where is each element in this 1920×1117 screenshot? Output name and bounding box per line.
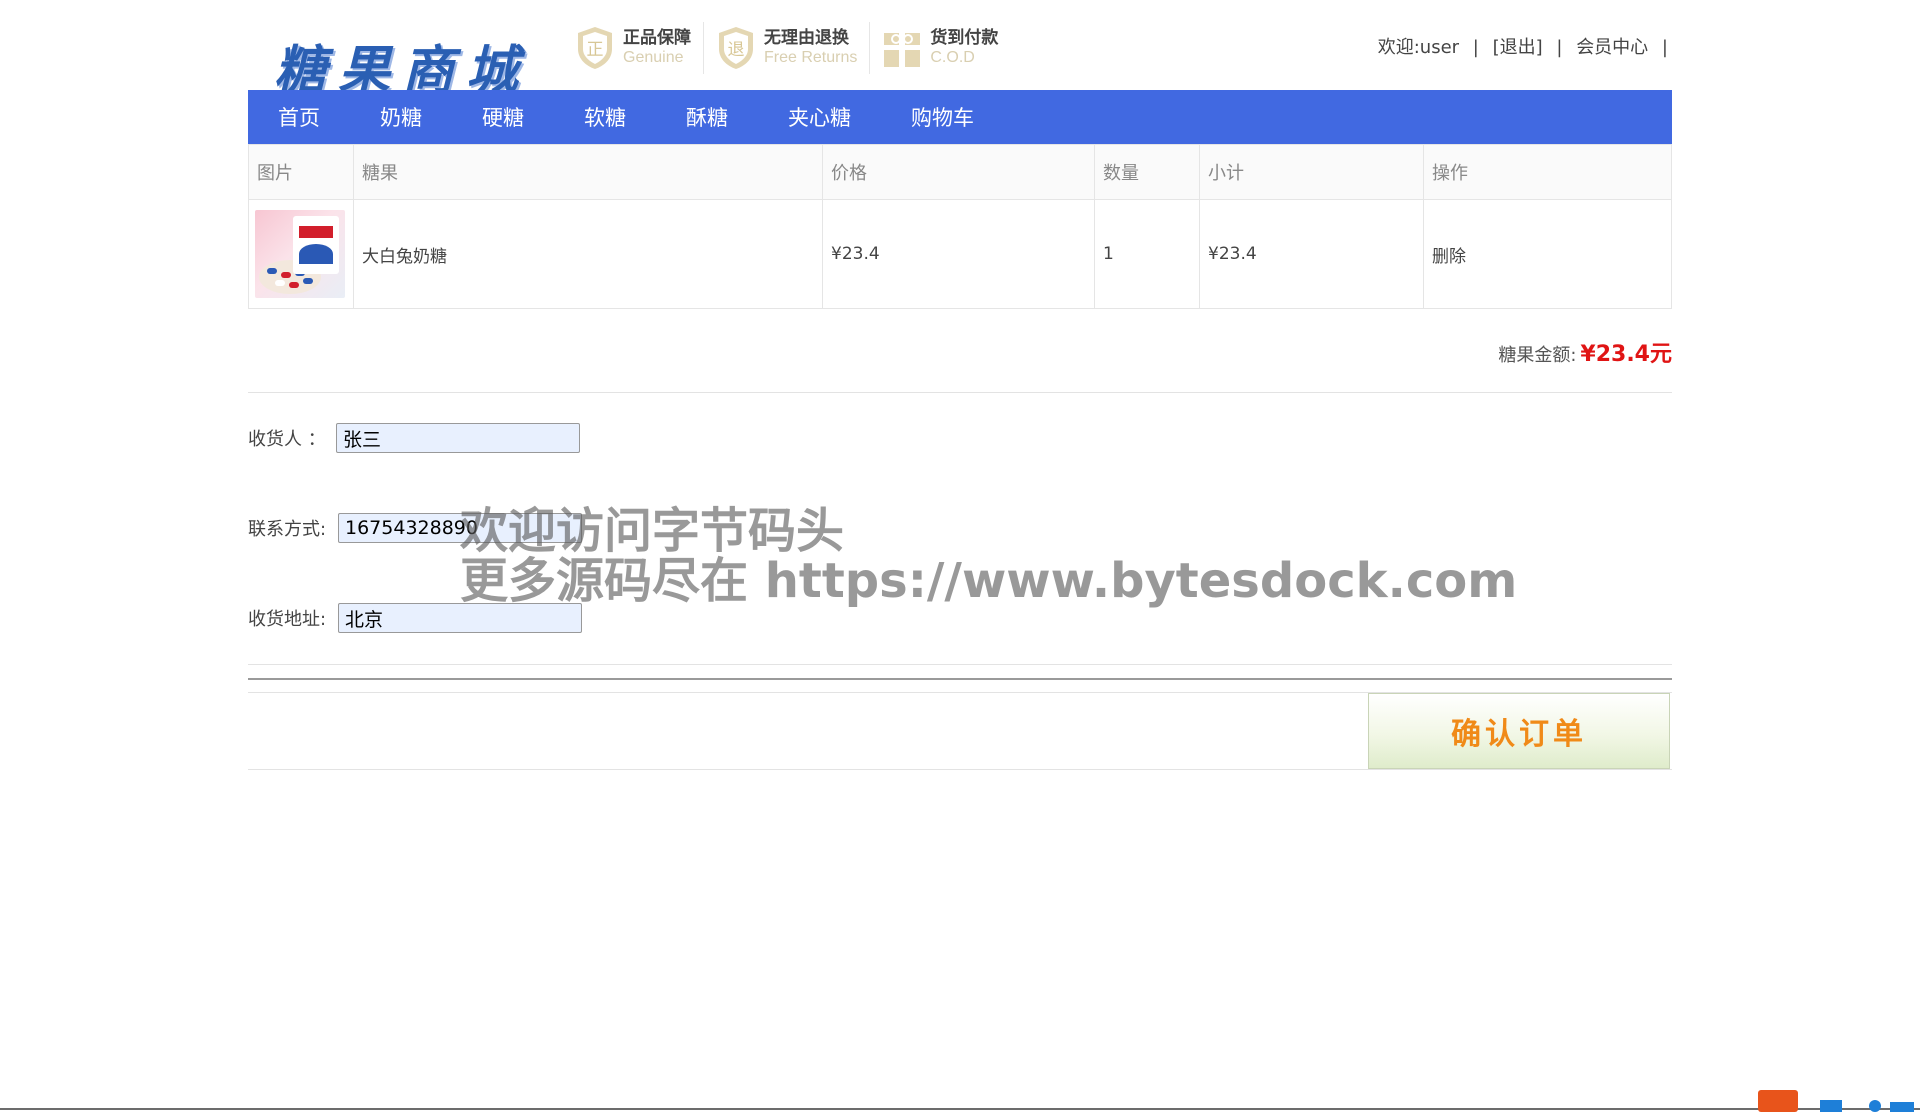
welcome-user-link[interactable]: 欢迎:user: [1378, 37, 1459, 58]
watermark-line: 欢迎访问字节码头: [460, 503, 845, 559]
receiver-row: 收货人 ：: [248, 423, 580, 453]
window-bottom-border: [0, 1108, 1920, 1110]
main-nav: 首页 奶糖 硬糖 软糖 酥糖 夹心糖 购物车: [248, 90, 1672, 144]
column-header: 糖果: [353, 144, 823, 200]
column-header: 价格: [822, 144, 1095, 200]
order-total: 糖果金额: ¥23.4元: [1498, 336, 1672, 368]
nav-item-hard-candy[interactable]: 硬糖: [482, 102, 524, 132]
badge-free-returns: 退 无理由退换 Free Returns: [704, 22, 871, 74]
divider: [248, 664, 1672, 665]
delete-link[interactable]: 删除: [1423, 199, 1672, 309]
badge-title: 货到付款: [930, 28, 999, 48]
address-label: 收货地址:: [248, 609, 327, 630]
badge-title: 正品保障: [623, 28, 691, 48]
separator: |: [1472, 37, 1479, 58]
phone-label: 联系方式:: [248, 519, 327, 540]
column-header: 数量: [1094, 144, 1200, 200]
product-thumbnail[interactable]: [255, 210, 345, 298]
nav-item-filled-candy[interactable]: 夹心糖: [788, 102, 851, 132]
genuine-shield-icon: 正: [575, 25, 615, 71]
divider: [248, 678, 1672, 680]
gift-box-icon: [882, 25, 922, 71]
divider: [248, 769, 1672, 770]
address-input[interactable]: [338, 603, 582, 633]
address-row: 收货地址:: [248, 603, 582, 633]
column-header: 小计: [1199, 144, 1424, 200]
confirm-order-button[interactable]: 确认订单: [1368, 693, 1670, 769]
watermark-line: 更多源码尽在 https://www.bytesdock.com: [460, 553, 1518, 609]
badge-genuine: 正 正品保障 Genuine: [563, 22, 704, 74]
svg-text:退: 退: [728, 40, 745, 60]
product-subtotal: ¥23.4: [1199, 199, 1424, 309]
nav-item-milk-candy[interactable]: 奶糖: [380, 102, 422, 132]
phone-row: 联系方式:: [248, 513, 582, 543]
badge-title: 无理由退换: [764, 28, 849, 48]
cart-table: 图片 糖果 价格 数量 小计 操作 大白兔奶糖 ¥23.4 1 ¥23.4 删除: [248, 144, 1672, 309]
service-badges: 正 正品保障 Genuine 退 无理由退换 Free Returns 货到付款…: [563, 22, 1010, 74]
table-header-row: 图片 糖果 价格 数量 小计 操作: [248, 144, 1672, 200]
corner-widget-icon: [1750, 1082, 1920, 1112]
divider: [248, 392, 1672, 393]
phone-input[interactable]: [338, 513, 582, 543]
separator: |: [1556, 37, 1563, 58]
user-links: 欢迎:user | [退出] | 会员中心 |: [1374, 33, 1672, 59]
member-center-link[interactable]: 会员中心: [1576, 37, 1648, 58]
nav-item-soft-candy[interactable]: 软糖: [584, 102, 626, 132]
table-row: 大白兔奶糖 ¥23.4 1 ¥23.4 删除: [248, 199, 1672, 309]
nav-item-crisp-candy[interactable]: 酥糖: [686, 102, 728, 132]
product-price: ¥23.4: [822, 199, 1095, 309]
badge-subtitle: Genuine: [623, 49, 684, 66]
badge-cod: 货到付款 C.O.D: [870, 22, 1010, 74]
separator: |: [1661, 37, 1668, 58]
column-header: 操作: [1423, 144, 1672, 200]
product-quantity: 1: [1094, 199, 1200, 309]
free-returns-shield-icon: 退: [716, 25, 756, 71]
total-label: 糖果金额:: [1498, 345, 1577, 366]
total-amount: ¥23.4元: [1580, 342, 1672, 367]
badge-subtitle: Free Returns: [764, 49, 858, 66]
nav-item-cart[interactable]: 购物车: [911, 102, 974, 132]
watermark-overlay: 欢迎访问字节码头 更多源码尽在 https://www.bytesdock.co…: [460, 506, 1517, 606]
badge-subtitle: C.O.D: [930, 49, 975, 66]
nav-item-home[interactable]: 首页: [278, 102, 320, 132]
receiver-input[interactable]: [336, 423, 580, 453]
logout-link[interactable]: [退出]: [1493, 37, 1543, 58]
svg-text:正: 正: [587, 40, 604, 60]
column-header: 图片: [248, 144, 354, 200]
product-name[interactable]: 大白兔奶糖: [353, 199, 823, 309]
receiver-label: 收货人 ：: [248, 429, 326, 450]
